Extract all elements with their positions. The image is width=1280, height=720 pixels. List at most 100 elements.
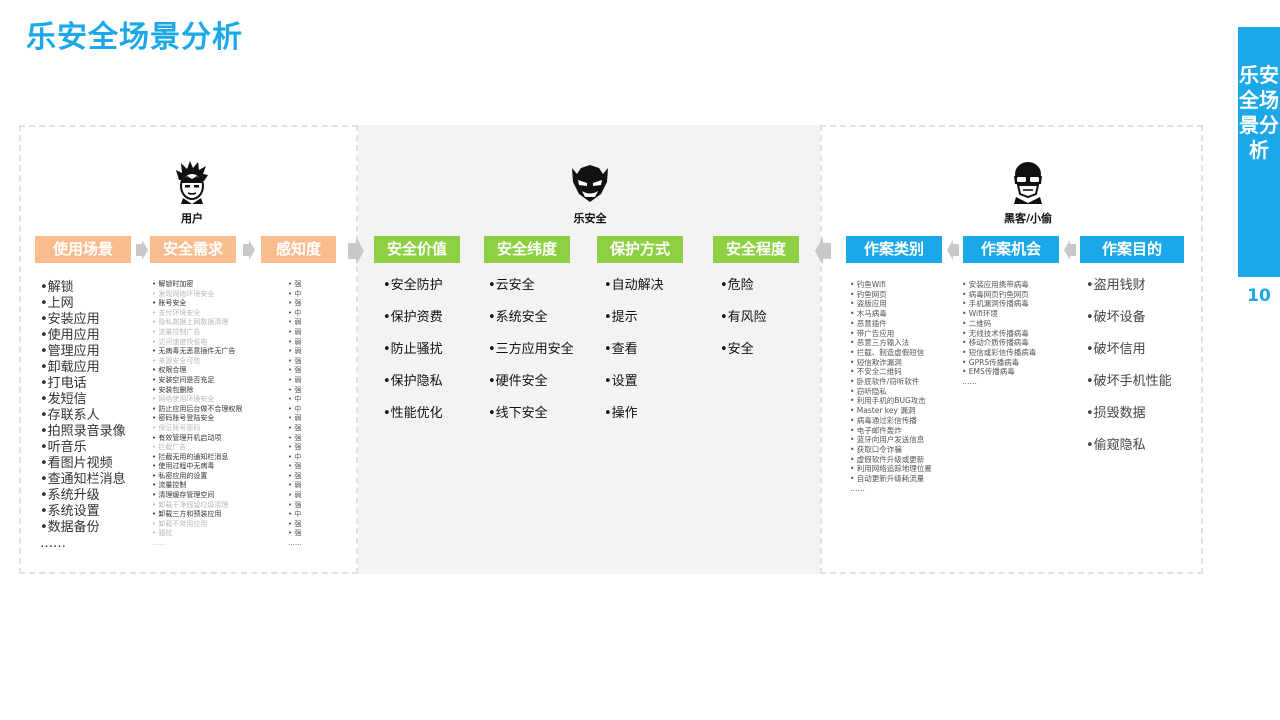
hacker-mask-icon: [1014, 162, 1042, 204]
security-need-item: • 账号安全: [152, 299, 187, 308]
usage-scene-item: •看图片视频: [40, 456, 113, 471]
perception-item: • 强: [288, 385, 302, 394]
crime-chance-item: • GPRS传播病毒: [962, 357, 1020, 367]
crime-purpose-item: •破坏手机性能: [1086, 374, 1172, 389]
crime-type-header: 作案类别: [846, 236, 942, 263]
perception-item: • 强: [288, 471, 302, 480]
security-need-item: • 流量控制广告: [152, 327, 201, 336]
perception-item: • 强: [288, 280, 302, 288]
security-value-item: •安全防护: [383, 278, 443, 293]
security-need-item: • 清理缓存管理空间: [152, 491, 215, 500]
crime-type-item: • 盗版应用: [850, 299, 887, 309]
perception-item: • 中: [288, 510, 302, 519]
security-need-item: • 网络使用环境安全: [152, 395, 215, 404]
security-need-item: • 解锁时加密: [152, 280, 194, 288]
crime-type-item: • 虚假软件升级或更新: [850, 454, 925, 464]
crime-type-item: • 钓鱼网页: [850, 289, 887, 299]
perception-item: • 中: [288, 395, 302, 404]
security-need-item: • 安装空间是否充足: [152, 375, 215, 384]
crime-type-item: • 病毒通过彩信传播: [850, 415, 917, 425]
security-need-item: • 拦截广告: [152, 443, 187, 452]
crime-purpose-item: •偷窥隐私: [1086, 438, 1146, 453]
security-need-item: • 发现网络环境安全: [152, 289, 215, 298]
crime-type-item: • 短信欺诈漏洞: [850, 357, 902, 367]
security-degree-header: 安全程度: [713, 236, 799, 263]
perception-header: 感知度: [261, 236, 336, 263]
security-need-item: • 卸载干净残留垃圾清理: [152, 500, 229, 509]
crime-type-item: • 卧底软件/窃听软件: [850, 377, 920, 387]
usage-scene-item: •解锁: [40, 280, 74, 295]
usage-scene-item: •系统设置: [40, 504, 100, 519]
security-need-header: 安全需求: [150, 236, 236, 263]
crime-type-item: • 利用手机的BUG攻击: [850, 396, 926, 406]
perception-item: • 强: [288, 529, 302, 538]
arrow-left-icon: [1064, 240, 1076, 260]
crime-type-item: • 木马病毒: [850, 309, 887, 319]
usage-scene-item: •听音乐: [40, 440, 87, 455]
protection-method-item: •操作: [604, 406, 638, 421]
crime-purpose-header: 作案目的: [1080, 236, 1184, 263]
perception-item: • 弱: [288, 318, 302, 327]
security-need-item: ……: [152, 539, 166, 548]
perception-item: • 强: [288, 423, 302, 432]
crime-type-item: • 不安全二维码: [850, 367, 902, 377]
crime-type-item: • Master key 漏洞: [850, 406, 916, 416]
security-dimension-list: •云安全 •系统安全 •三方应用安全 •硬件安全 •线下安全: [488, 270, 574, 430]
perception-list: • 强 • 中 • 强 • 中 • 弱 • 弱 • 弱 • 弱 • 强 • 强 • 弱 • 强 • 中 •…: [288, 280, 302, 549]
security-dimension-item: •三方应用安全: [488, 342, 574, 357]
perception-item: • 强: [288, 443, 302, 452]
perception-item: • 弱: [288, 347, 302, 356]
crime-chance-list: • 安装应用携带病毒 • 病毒网页钓鱼网页 • 手机漏洞传播病毒 • Wifi环境 • …: [962, 280, 1036, 387]
perception-item: • 弱: [288, 327, 302, 336]
arrow-right-icon: [136, 240, 148, 260]
crime-purpose-list: •盗用钱财 •破坏设备 •破坏信用 •破坏手机性能 •损毁数据 •偷窥隐私: [1086, 270, 1172, 462]
usage-scene-item: •查通知栏消息: [40, 472, 126, 487]
arrow-left-icon: [947, 240, 959, 260]
security-need-item: • 访问速度快省电: [152, 337, 208, 346]
protection-method-item: •设置: [604, 374, 638, 389]
perception-item: • 中: [288, 308, 302, 317]
protection-method-header: 保护方式: [597, 236, 683, 263]
perception-item: • 强: [288, 462, 302, 471]
crime-purpose-item: •破坏设备: [1086, 310, 1146, 325]
perception-item: • 弱: [288, 481, 302, 490]
crime-purpose-item: •损毁数据: [1086, 406, 1146, 421]
security-need-item: • 保证账号密码: [152, 423, 201, 432]
crime-purpose-item: •盗用钱财: [1086, 278, 1146, 293]
security-dimension-item: •系统安全: [488, 310, 548, 325]
security-need-item: • 流量控制: [152, 481, 187, 490]
crime-chance-header: 作案机会: [963, 236, 1059, 263]
security-value-item: •防止骚扰: [383, 342, 443, 357]
usage-scene-list: •解锁 •上网 •安装应用 •使用应用 •管理应用 •卸载应用 •打电话 •发短信 •存联系人 •…: [40, 280, 126, 552]
lesafe-label: 乐安全: [573, 212, 607, 225]
perception-item: • 强: [288, 299, 302, 308]
perception-item: • 强: [288, 366, 302, 375]
crime-type-item: • 自动更新升级耗流量: [850, 474, 925, 484]
security-dimension-header: 安全纬度: [484, 236, 570, 263]
side-tab-text: 乐安全场景分析: [1239, 63, 1279, 162]
protection-method-list: •自动解决 •提示 •查看 •设置 •操作: [604, 270, 664, 430]
security-value-header: 安全价值: [374, 236, 460, 263]
usage-scene-item: •卸载应用: [40, 360, 100, 375]
crime-type-item: • 利用网络追踪地理位置: [850, 464, 932, 474]
security-need-item: • 密码账号登陆安全: [152, 414, 215, 423]
security-need-list: • 解锁时加密 • 发现网络环境安全 • 账号安全 • 支付环境安全 • 隐私数据上网数…: [152, 280, 242, 549]
usage-scene-item: •使用应用: [40, 328, 100, 343]
crime-chance-item: • 手机漏洞传播病毒: [962, 299, 1029, 309]
usage-scene-item: •存联系人: [40, 408, 100, 423]
crime-type-item: • 恶意三方输入法: [850, 338, 910, 348]
security-need-item: • 支付环境安全: [152, 308, 201, 317]
crime-type-item: ……: [850, 483, 865, 493]
arrow-left-icon: [815, 237, 831, 265]
perception-item: • 强: [288, 500, 302, 509]
security-degree-list: •危险 •有风险 •安全: [720, 270, 767, 366]
crime-type-item: • 电子邮件轰炸: [850, 425, 902, 435]
security-need-item: • 卸载不常用应用: [152, 519, 208, 528]
hacker-label: 黑客/小偷: [1003, 212, 1053, 225]
crime-type-item: • 恶意插件: [850, 318, 887, 328]
usage-scene-item: •发短信: [40, 392, 87, 407]
perception-item: • 强: [288, 519, 302, 528]
security-need-item: • 权限合理: [152, 366, 187, 375]
security-need-item: • 卸载三方和预装应用: [152, 510, 222, 519]
usage-scene-item: •打电话: [40, 376, 87, 391]
